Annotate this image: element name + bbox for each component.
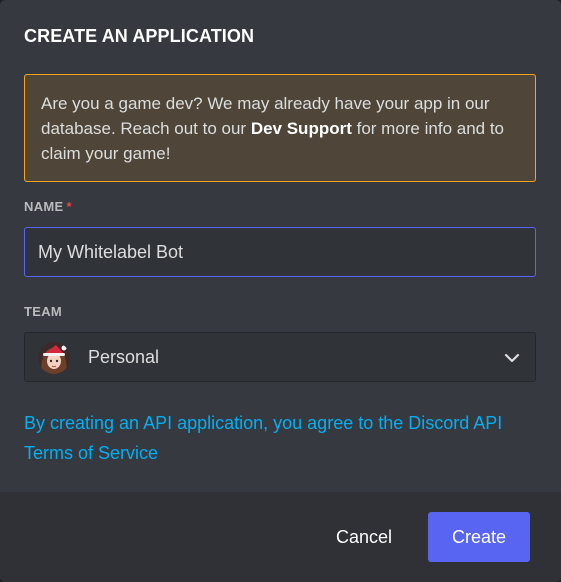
game-dev-notice: Are you a game dev? We may already have … — [24, 74, 536, 182]
create-application-dialog: CREATE AN APPLICATION Are you a game dev… — [0, 0, 561, 582]
terms-of-service-link[interactable]: By creating an API application, you agre… — [24, 408, 536, 468]
name-label-text: NAME — [24, 199, 64, 214]
user-avatar-icon — [38, 342, 70, 374]
dev-support-link[interactable]: Dev Support — [251, 119, 352, 138]
chevron-down-icon — [503, 349, 521, 367]
name-input[interactable] — [24, 227, 536, 277]
name-label: NAME * — [24, 199, 72, 214]
dialog-title: CREATE AN APPLICATION — [24, 26, 255, 46]
cancel-button[interactable]: Cancel — [316, 512, 412, 562]
create-button[interactable]: Create — [428, 512, 530, 562]
team-label: TEAM — [24, 304, 63, 319]
team-select[interactable]: Personal — [24, 332, 536, 382]
required-marker: * — [66, 199, 72, 214]
team-selected-value: Personal — [88, 347, 160, 367]
dialog-footer: Cancel Create — [0, 492, 561, 582]
